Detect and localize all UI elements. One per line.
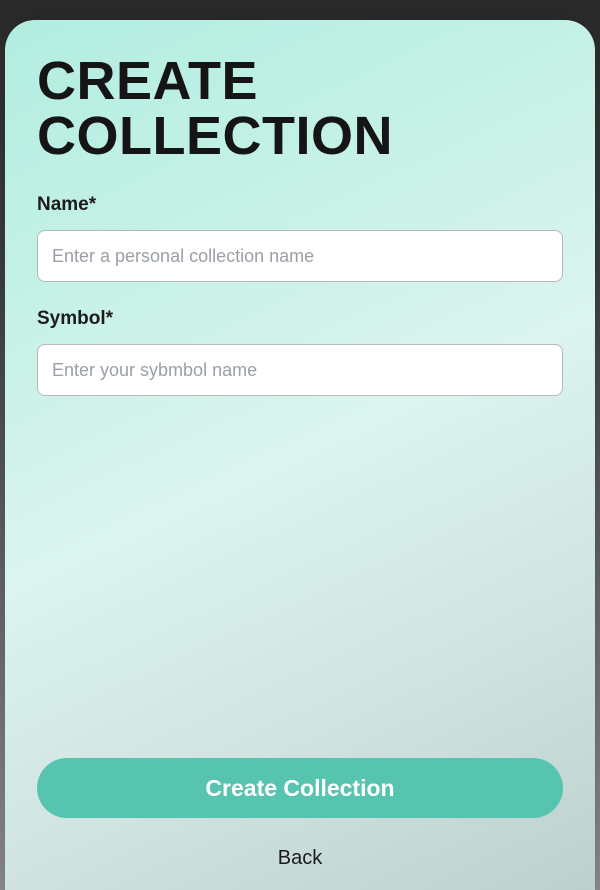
symbol-label: Symbol* (37, 308, 563, 330)
modal-title: CREATE COLLECTION (37, 54, 563, 164)
modal-backdrop: CREATE COLLECTION Name* Symbol* Create C… (0, 0, 600, 890)
name-input[interactable] (37, 230, 563, 282)
symbol-input[interactable] (37, 344, 563, 396)
create-collection-button[interactable]: Create Collection (37, 758, 563, 818)
name-label: Name* (37, 194, 563, 216)
back-button[interactable]: Back (5, 847, 595, 870)
create-collection-modal: CREATE COLLECTION Name* Symbol* Create C… (5, 20, 595, 890)
